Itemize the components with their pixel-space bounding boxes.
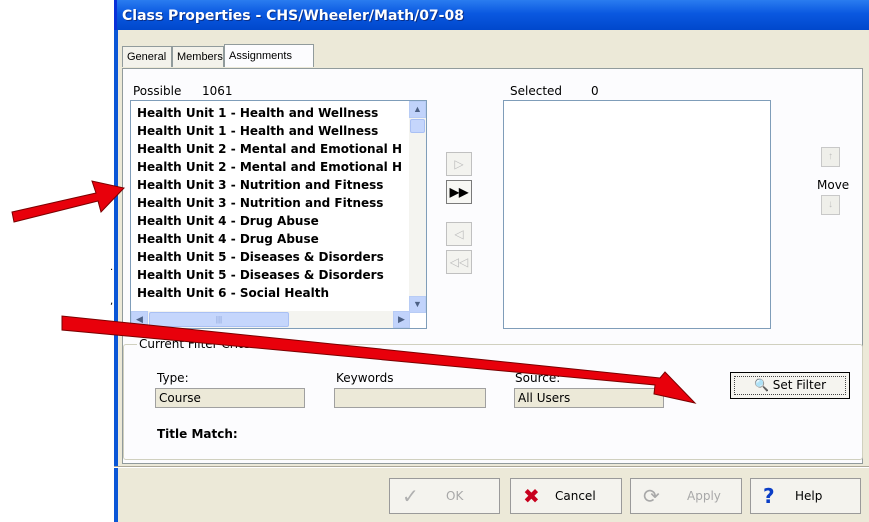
list-item[interactable]: Health Unit 1 - Health and Wellness (137, 106, 378, 120)
ok-label: OK (446, 489, 464, 503)
selected-listbox[interactable] (503, 100, 771, 329)
tab-general[interactable]: General (122, 46, 172, 67)
scroll-right-icon[interactable]: ▶ (393, 311, 410, 328)
tab-assignments-label: Assignments (229, 50, 292, 62)
remove-one-button[interactable]: ◁ (446, 222, 472, 246)
refresh-icon: ⟳ (643, 484, 660, 508)
chevron-right-icon: ▷ (454, 157, 464, 171)
list-item[interactable]: Health Unit 2 - Mental and Emotional H (137, 160, 402, 174)
magnifier-icon: 🔍 (753, 378, 769, 392)
help-button[interactable]: ? Help (750, 478, 861, 514)
tab-assignments[interactable]: Assignments (224, 44, 314, 67)
horizontal-scroll-thumb[interactable]: ||| (149, 312, 289, 327)
vertical-scroll-thumb[interactable] (410, 119, 425, 133)
background-fragment-y: , (110, 296, 114, 307)
selected-label: Selected (510, 84, 563, 98)
possible-count: 1061 (202, 84, 233, 98)
double-chevron-right-icon: ▶▶ (449, 185, 469, 199)
keywords-label: Keywords (336, 371, 394, 385)
scroll-left-icon[interactable]: ◀ (131, 311, 148, 328)
add-one-button[interactable]: ▷ (446, 152, 472, 176)
help-label: Help (795, 489, 823, 503)
cross-icon: ✖ (523, 484, 540, 508)
list-item[interactable]: Health Unit 1 - Health and Wellness (137, 124, 378, 138)
filter-criteria-title: Current Filter Criteria (137, 337, 268, 351)
type-label: Type: (157, 371, 189, 385)
keywords-field (334, 388, 486, 408)
remove-all-button[interactable]: ◁◁ (446, 250, 472, 274)
tab-general-label: General (127, 51, 167, 63)
arrow-up-icon: ↑ (828, 151, 833, 162)
window-title: Class Properties - CHS/Wheeler/Math/07-0… (122, 8, 464, 24)
background-fragment-dot: . (110, 262, 114, 273)
list-item[interactable]: Health Unit 5 - Diseases & Disorders (137, 268, 384, 282)
checkmark-icon: ✓ (402, 484, 419, 508)
tab-members[interactable]: Members (172, 46, 224, 67)
set-filter-label: Set Filter (772, 378, 827, 392)
vertical-scrollbar[interactable]: ▲ ▼ (409, 101, 426, 313)
list-item[interactable]: Health Unit 3 - Nutrition and Fitness (137, 196, 383, 210)
list-item[interactable]: Health Unit 4 - Drug Abuse (137, 232, 319, 246)
list-item[interactable]: Health Unit 2 - Mental and Emotional H (137, 142, 402, 156)
set-filter-button[interactable]: 🔍 Set Filter (730, 372, 850, 399)
list-item[interactable]: Health Unit 3 - Nutrition and Fitness (137, 178, 383, 192)
type-field: Course (155, 388, 305, 408)
title-bar[interactable]: Class Properties - CHS/Wheeler/Math/07-0… (114, 0, 869, 30)
move-down-button[interactable]: ↓ (821, 195, 840, 215)
question-mark-icon: ? (763, 484, 775, 508)
arrow-down-icon: ↓ (828, 199, 833, 210)
scroll-down-icon[interactable]: ▼ (409, 296, 426, 313)
selected-count: 0 (591, 84, 599, 98)
apply-label: Apply (687, 489, 721, 503)
list-item[interactable]: Health Unit 4 - Drug Abuse (137, 214, 319, 228)
cancel-label: Cancel (555, 489, 596, 503)
ok-button[interactable]: ✓ OK (389, 478, 500, 514)
window-frame-left (114, 30, 118, 522)
move-label: Move (817, 178, 850, 192)
arrow-to-list-icon (11, 180, 125, 223)
add-all-button[interactable]: ▶▶ (446, 180, 472, 204)
button-separator (114, 466, 869, 468)
move-up-button[interactable]: ↑ (821, 147, 840, 167)
chevron-left-icon: ◁ (454, 227, 464, 241)
list-item[interactable]: Health Unit 6 - Social Health (137, 286, 329, 300)
possible-listbox[interactable]: Health Unit 1 - Health and Wellness Heal… (130, 100, 427, 329)
horizontal-scrollbar[interactable]: ◀ ||| ▶ (131, 311, 410, 328)
source-label: Source: (515, 371, 561, 385)
possible-label: Possible (133, 84, 182, 98)
tab-members-label: Members (177, 51, 223, 63)
scroll-up-icon[interactable]: ▲ (409, 101, 426, 118)
cancel-button[interactable]: ✖ Cancel (510, 478, 622, 514)
source-field: All Users (514, 388, 664, 408)
apply-button[interactable]: ⟳ Apply (630, 478, 742, 514)
title-match-label: Title Match: (157, 427, 238, 441)
list-item[interactable]: Health Unit 5 - Diseases & Disorders (137, 250, 384, 264)
double-chevron-left-icon: ◁◁ (449, 255, 469, 269)
